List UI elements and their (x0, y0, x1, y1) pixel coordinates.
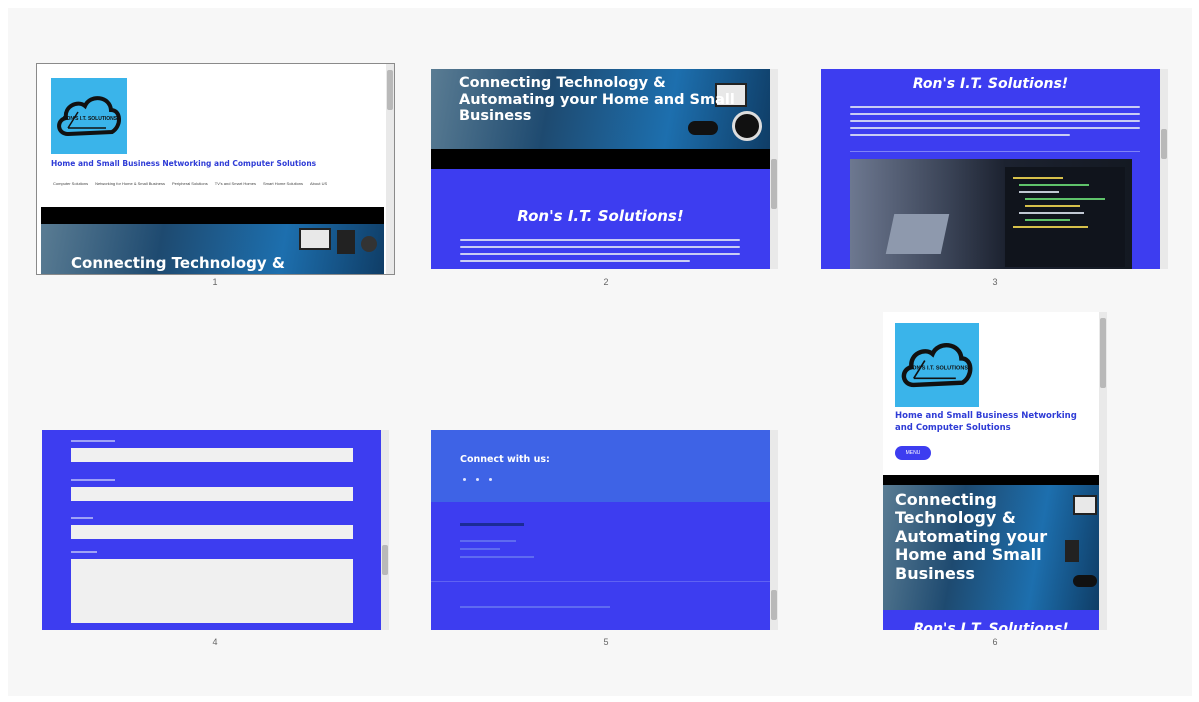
field-label (71, 517, 93, 519)
printer-icon (337, 230, 355, 254)
code-screen (1005, 167, 1125, 267)
scrollbar-thumb[interactable] (387, 70, 393, 110)
site-nav: Computer Solutions Networking for Home &… (53, 181, 373, 186)
subject-field[interactable] (71, 525, 353, 539)
thumbnail-4[interactable] (42, 430, 389, 630)
cloud-logo-icon: RON'S I.T. SOLUTIONS (901, 343, 973, 388)
thumbnail-5[interactable]: Connect with us: (431, 430, 778, 630)
message-field[interactable] (71, 559, 353, 623)
monitor-icon (299, 228, 331, 250)
scrollbar[interactable] (381, 430, 389, 630)
scrollbar-thumb[interactable] (771, 159, 777, 209)
code-photo (850, 159, 1132, 269)
blue-section: Ron's I.T. Solutions! (883, 610, 1099, 630)
scrollbar[interactable] (1160, 69, 1168, 269)
field-label (71, 551, 97, 553)
cloud-icon (1073, 575, 1097, 587)
site-heading: Ron's I.T. Solutions! (913, 621, 1069, 630)
laptop-icon (885, 214, 950, 254)
thumbnail-number: 3 (992, 277, 998, 287)
black-band (883, 475, 1099, 485)
copyright-line (460, 606, 610, 608)
scrollbar-thumb[interactable] (1161, 129, 1167, 159)
connect-section: Connect with us: (431, 430, 770, 502)
nav-item[interactable]: About US (310, 181, 327, 186)
site-heading: Ron's I.T. Solutions! (517, 207, 684, 225)
field-label (71, 479, 115, 481)
contact-heading (460, 523, 524, 526)
black-band (41, 207, 384, 224)
tagline: Home and Small Business Networking and C… (895, 411, 1077, 433)
scrollbar[interactable] (770, 69, 778, 269)
nav-item[interactable]: Smart Home Solutions (263, 181, 303, 186)
thumbnail-number: 2 (603, 277, 609, 287)
intro-text (850, 113, 1140, 115)
contact-line (460, 548, 500, 550)
scrollbar-thumb[interactable] (1100, 318, 1106, 388)
site-heading: Ron's I.T. Solutions! (912, 76, 1069, 92)
thumbnail-2[interactable]: Connecting Technology & Automating your … (431, 69, 778, 269)
nav-item[interactable]: Computer Solutions (53, 181, 88, 186)
nav-item[interactable]: Networking for Home & Small Business (95, 181, 165, 186)
cloud-logo-icon: RON'S I.T. SOLUTIONS (57, 96, 121, 137)
intro-text (460, 246, 740, 248)
connect-heading: Connect with us: (460, 454, 550, 465)
intro-text (850, 127, 1140, 129)
tagline: Home and Small Business Networking and C… (51, 159, 317, 168)
logo-text: RON'S I.T. SOLUTIONS (63, 116, 118, 122)
logo: RON'S I.T. SOLUTIONS (51, 78, 127, 154)
name-field[interactable] (71, 448, 353, 462)
email-field[interactable] (71, 487, 353, 501)
footer-divider (431, 581, 770, 582)
thumbnail-number: 6 (992, 637, 998, 647)
scrollbar[interactable] (386, 64, 394, 274)
thumbnail-number: 5 (603, 637, 609, 647)
scrollbar-thumb[interactable] (382, 545, 388, 575)
intro-text (850, 106, 1140, 108)
hero-title: Connecting Technology & Automating your … (895, 490, 1048, 583)
scrollbar[interactable] (770, 430, 778, 630)
thumbnail-number: 4 (212, 637, 218, 647)
hero-title: Connecting Technology & (71, 254, 285, 272)
divider (850, 151, 1140, 152)
nav-item[interactable]: Peripheral Solutions (172, 181, 208, 186)
hero-banner: Connecting Technology & Automating your … (883, 485, 1099, 610)
scrollbar-thumb[interactable] (771, 590, 777, 620)
intro-text (460, 239, 740, 241)
black-band (431, 149, 770, 169)
social-icon[interactable] (489, 478, 492, 481)
social-icon[interactable] (463, 478, 466, 481)
intro-text (850, 134, 1070, 136)
social-icon[interactable] (476, 478, 479, 481)
hero-title: Connecting Technology & Automating your … (459, 75, 735, 125)
contact-line (460, 556, 534, 558)
intro-text (460, 260, 690, 262)
hero-banner: Connecting Technology & (41, 224, 384, 274)
scrollbar[interactable] (1099, 312, 1107, 630)
intro-text (850, 120, 1140, 122)
menu-button[interactable]: MENU (895, 446, 931, 460)
thumbnail-number: 1 (212, 277, 218, 287)
camera-icon (361, 236, 377, 252)
nav-item[interactable]: TV's and Smart Homes (215, 181, 256, 186)
thumbnail-3[interactable]: Ron's I.T. Solutions! (821, 69, 1168, 269)
monitor-icon (1073, 495, 1097, 515)
field-label (71, 440, 115, 442)
thumbnail-1[interactable]: RON'S I.T. SOLUTIONS Home and Small Busi… (36, 63, 395, 275)
hero-banner: Connecting Technology & Automating your … (431, 69, 770, 149)
logo: RON'S I.T. SOLUTIONS (895, 323, 979, 407)
logo-text: RON'S I.T. SOLUTIONS (908, 365, 968, 371)
intro-text (460, 253, 740, 255)
contact-line (460, 540, 516, 542)
thumbnail-board: RON'S I.T. SOLUTIONS Home and Small Busi… (8, 8, 1192, 696)
thumbnail-6[interactable]: RON'S I.T. SOLUTIONS Home and Small Busi… (883, 312, 1107, 630)
